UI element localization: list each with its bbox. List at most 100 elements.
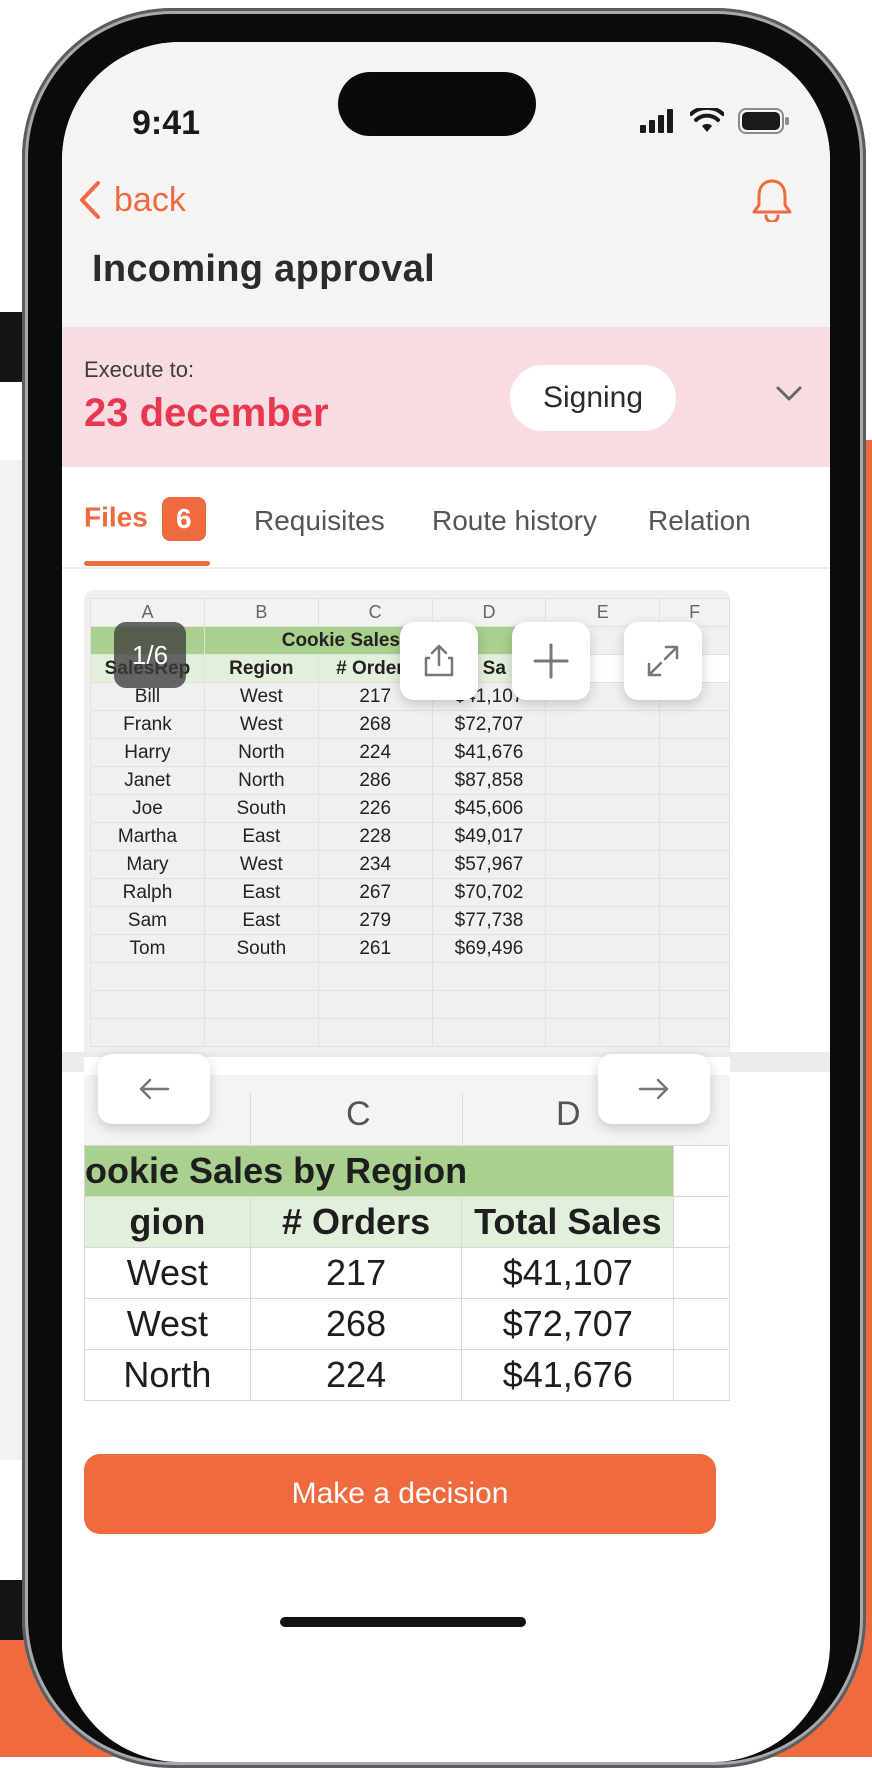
zoom-rows: West 217 $41,107 West 268 $72,707 North 224 $41,…	[84, 1247, 730, 1401]
table-cell: North	[84, 1349, 251, 1401]
column-letter: C	[346, 1095, 371, 1133]
zoomed-grid: ookie Sales by Region gion # Orders Tota…	[84, 1145, 730, 1401]
table-cell: 286	[317, 766, 433, 795]
chevron-down-icon	[776, 386, 802, 401]
table-cell: Joe	[90, 794, 205, 823]
chevron-left-icon	[80, 181, 100, 219]
phone-bezel: 9:41 back Incoming approval Execute to: …	[28, 14, 860, 1762]
table-cell: $41,676	[431, 738, 547, 767]
table-cell: West	[203, 682, 319, 711]
file-preview[interactable]: A B C D E F Cookie Sales by Reg Region #…	[84, 590, 730, 1070]
table-cell: $41,676	[461, 1349, 675, 1401]
tab-files-label: Files	[84, 501, 148, 533]
table-cell: $77,738	[431, 906, 547, 935]
table-cell: North	[203, 738, 319, 767]
phone-screen: 9:41 back Incoming approval Execute to: …	[62, 42, 830, 1762]
table-cell: 267	[317, 878, 433, 907]
table-cell: Janet	[90, 766, 205, 795]
table-cell: Ralph	[90, 878, 205, 907]
back-button[interactable]: back	[78, 180, 186, 220]
tab-bar: Files 6 Requisites Route history Relation	[62, 467, 830, 569]
table-cell: East	[203, 906, 319, 935]
expand-button[interactable]	[776, 385, 802, 408]
table-cell: 217	[249, 1247, 463, 1299]
table-row: Janet North 286 $87,858	[90, 766, 730, 795]
add-button[interactable]	[512, 622, 590, 700]
sheet-rows: Bill West 217 $41,107 Frank West 268 $72,707 Har…	[90, 682, 730, 963]
table-cell: Sam	[90, 906, 205, 935]
sheet-title: Cookie Sales by Reg	[203, 626, 547, 655]
header-cell: # Orders	[249, 1196, 463, 1248]
table-cell: $87,858	[431, 766, 547, 795]
table-cell: East	[203, 822, 319, 851]
table-row: North 224 $41,676	[84, 1349, 730, 1401]
table-cell: South	[203, 934, 319, 963]
table-cell: 234	[317, 850, 433, 879]
table-row: Ralph East 267 $70,702	[90, 878, 730, 907]
files-count-badge: 6	[161, 497, 206, 541]
table-cell: 261	[317, 934, 433, 963]
column-letter: B	[203, 598, 319, 627]
fullscreen-button[interactable]	[624, 622, 702, 700]
execute-date: 23 december	[84, 391, 329, 435]
next-page-button[interactable]	[598, 1054, 710, 1124]
table-cell: Martha	[90, 822, 205, 851]
table-cell: 268	[317, 710, 433, 739]
previous-page-button[interactable]	[98, 1054, 210, 1124]
table-row: Harry North 224 $41,676	[90, 738, 730, 767]
table-row: Martha East 228 $49,017	[90, 822, 730, 851]
table-cell: $69,496	[431, 934, 547, 963]
table-cell: $72,707	[431, 710, 547, 739]
tab-relation[interactable]: Relation	[648, 505, 751, 537]
table-cell: $45,606	[431, 794, 547, 823]
table-cell: Mary	[90, 850, 205, 879]
table-cell: 224	[249, 1349, 463, 1401]
header-cell: Region	[203, 654, 319, 683]
active-tab-indicator	[84, 561, 210, 566]
tab-files[interactable]: Files 6	[84, 497, 206, 541]
table-cell: West	[203, 710, 319, 739]
page-counter: 1/6	[114, 622, 186, 688]
table-cell: 268	[249, 1298, 463, 1350]
back-label: back	[114, 180, 186, 219]
execute-label: Execute to:	[84, 357, 195, 382]
zoom-header-row: gion # Orders Total Sales	[84, 1196, 730, 1248]
home-indicator	[280, 1617, 526, 1627]
table-cell: Harry	[90, 738, 205, 767]
table-cell: $57,967	[431, 850, 547, 879]
bell-icon	[752, 179, 792, 224]
table-cell: 279	[317, 906, 433, 935]
notification-bell-button[interactable]	[750, 176, 794, 227]
status-icons	[640, 108, 790, 134]
table-row: Joe South 226 $45,606	[90, 794, 730, 823]
table-cell: $41,107	[461, 1247, 675, 1299]
wifi-icon	[690, 108, 724, 132]
table-cell: Frank	[90, 710, 205, 739]
table-row: Mary West 234 $57,967	[90, 850, 730, 879]
status-time: 9:41	[132, 104, 201, 142]
table-cell: East	[203, 878, 319, 907]
share-button[interactable]	[400, 622, 478, 700]
table-row: Frank West 268 $72,707	[90, 710, 730, 739]
table-cell: 226	[317, 794, 433, 823]
signal-icon	[640, 109, 673, 133]
table-cell: West	[203, 850, 319, 879]
make-decision-button[interactable]: Make a decision	[84, 1454, 716, 1534]
arrow-left-icon	[139, 1078, 170, 1100]
table-cell: $49,017	[431, 822, 547, 851]
tab-route-history[interactable]: Route history	[432, 505, 597, 537]
table-row: Sam East 279 $77,738	[90, 906, 730, 935]
execute-band: Execute to: 23 december Signing	[62, 327, 830, 467]
zoom-title-row: ookie Sales by Region	[84, 1145, 730, 1197]
table-row: Tom South 261 $69,496	[90, 934, 730, 963]
table-row: West 268 $72,707	[84, 1298, 730, 1350]
tab-requisites[interactable]: Requisites	[254, 505, 385, 537]
column-letter: D	[556, 1095, 581, 1133]
status-pill-signing[interactable]: Signing	[510, 365, 676, 431]
header-cell: Total Sales	[461, 1196, 675, 1248]
table-cell: 224	[317, 738, 433, 767]
phone-frame: 9:41 back Incoming approval Execute to: …	[22, 8, 866, 1768]
table-cell: $72,707	[461, 1298, 675, 1350]
table-cell: South	[203, 794, 319, 823]
arrow-right-icon	[638, 1078, 669, 1100]
